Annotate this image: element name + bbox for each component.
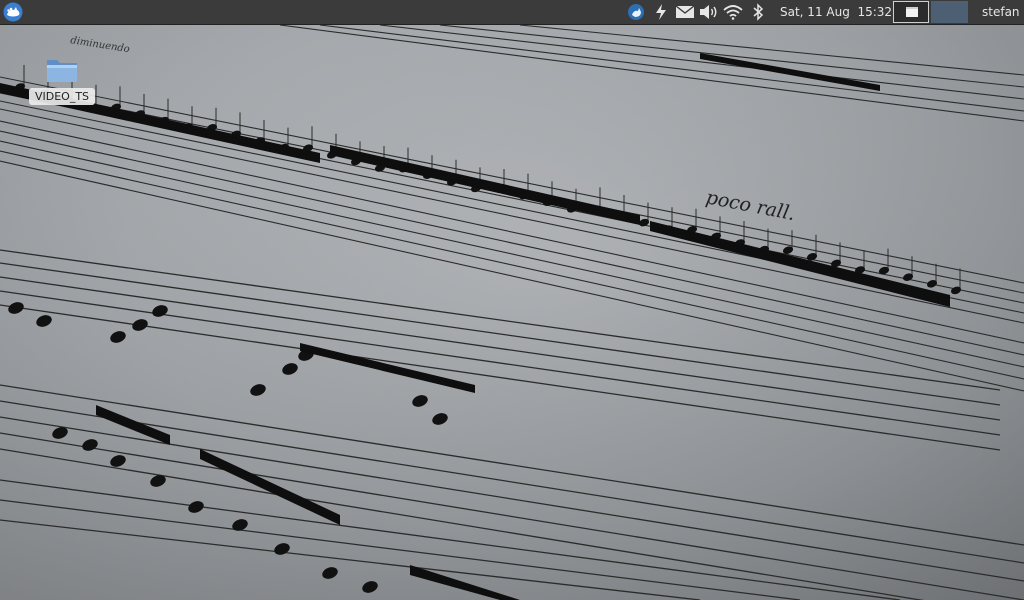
mail-icon[interactable] bbox=[675, 2, 695, 22]
battery-charging-icon[interactable] bbox=[651, 2, 671, 22]
network-manager-icon[interactable] bbox=[626, 2, 646, 22]
wifi-icon[interactable] bbox=[723, 2, 743, 22]
workspace-1-button[interactable] bbox=[893, 1, 929, 23]
panel-clock[interactable]: Sat, 11 Aug 15:32 bbox=[780, 0, 892, 24]
workspace-window-thumbnail bbox=[906, 7, 918, 17]
desktop-icon-label: VIDEO_TS bbox=[29, 88, 95, 105]
folder-icon bbox=[46, 56, 78, 84]
bluetooth-icon[interactable] bbox=[748, 2, 768, 22]
desktop-wallpaper: poco rall. diminuendo bbox=[0, 25, 1024, 600]
workspace-2-button[interactable] bbox=[931, 1, 968, 23]
volume-icon[interactable] bbox=[698, 2, 718, 22]
sheet-music-image: poco rall. diminuendo bbox=[0, 25, 1024, 600]
panel-username[interactable]: stefan bbox=[982, 0, 1020, 24]
desktop-icon-video-ts[interactable]: VIDEO_TS bbox=[29, 56, 95, 105]
top-panel: Sat, 11 Aug 15:32 stefan bbox=[0, 0, 1024, 25]
xfce-mouse-icon[interactable] bbox=[2, 1, 24, 23]
